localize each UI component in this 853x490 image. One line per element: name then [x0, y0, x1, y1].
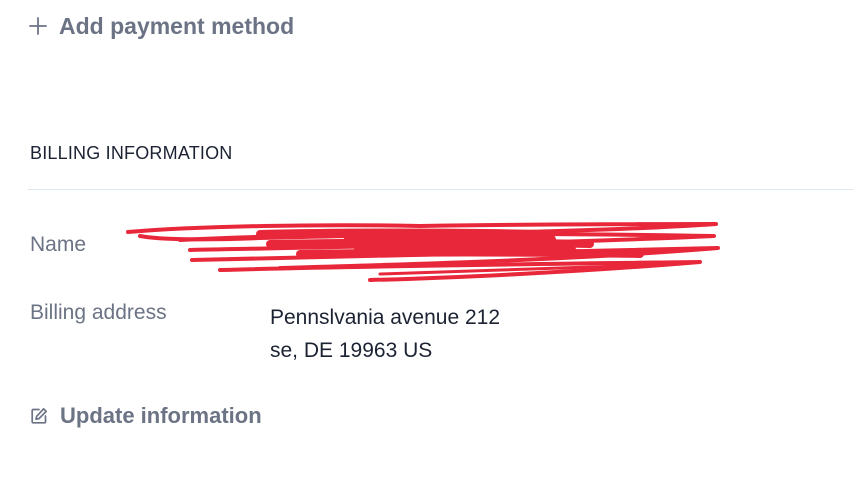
plus-icon	[28, 16, 48, 36]
name-label: Name	[30, 233, 87, 256]
update-information-button[interactable]: Update information	[30, 401, 262, 431]
redaction-scribble	[120, 214, 730, 294]
edit-icon	[30, 407, 48, 425]
billing-address-value: Pennslvania avenue 212 se, DE 19963 US	[270, 301, 500, 367]
section-divider	[28, 189, 853, 190]
billing-address-label: Billing address	[30, 301, 167, 324]
add-payment-method-button[interactable]: Add payment method	[28, 10, 294, 42]
update-information-label: Update information	[60, 403, 262, 428]
billing-address-line2: se, DE 19963 US	[270, 339, 433, 362]
billing-section-title: BILLING INFORMATION	[30, 143, 233, 163]
add-payment-method-label: Add payment method	[59, 12, 295, 39]
billing-address-line1: Pennslvania avenue 212	[270, 306, 501, 329]
